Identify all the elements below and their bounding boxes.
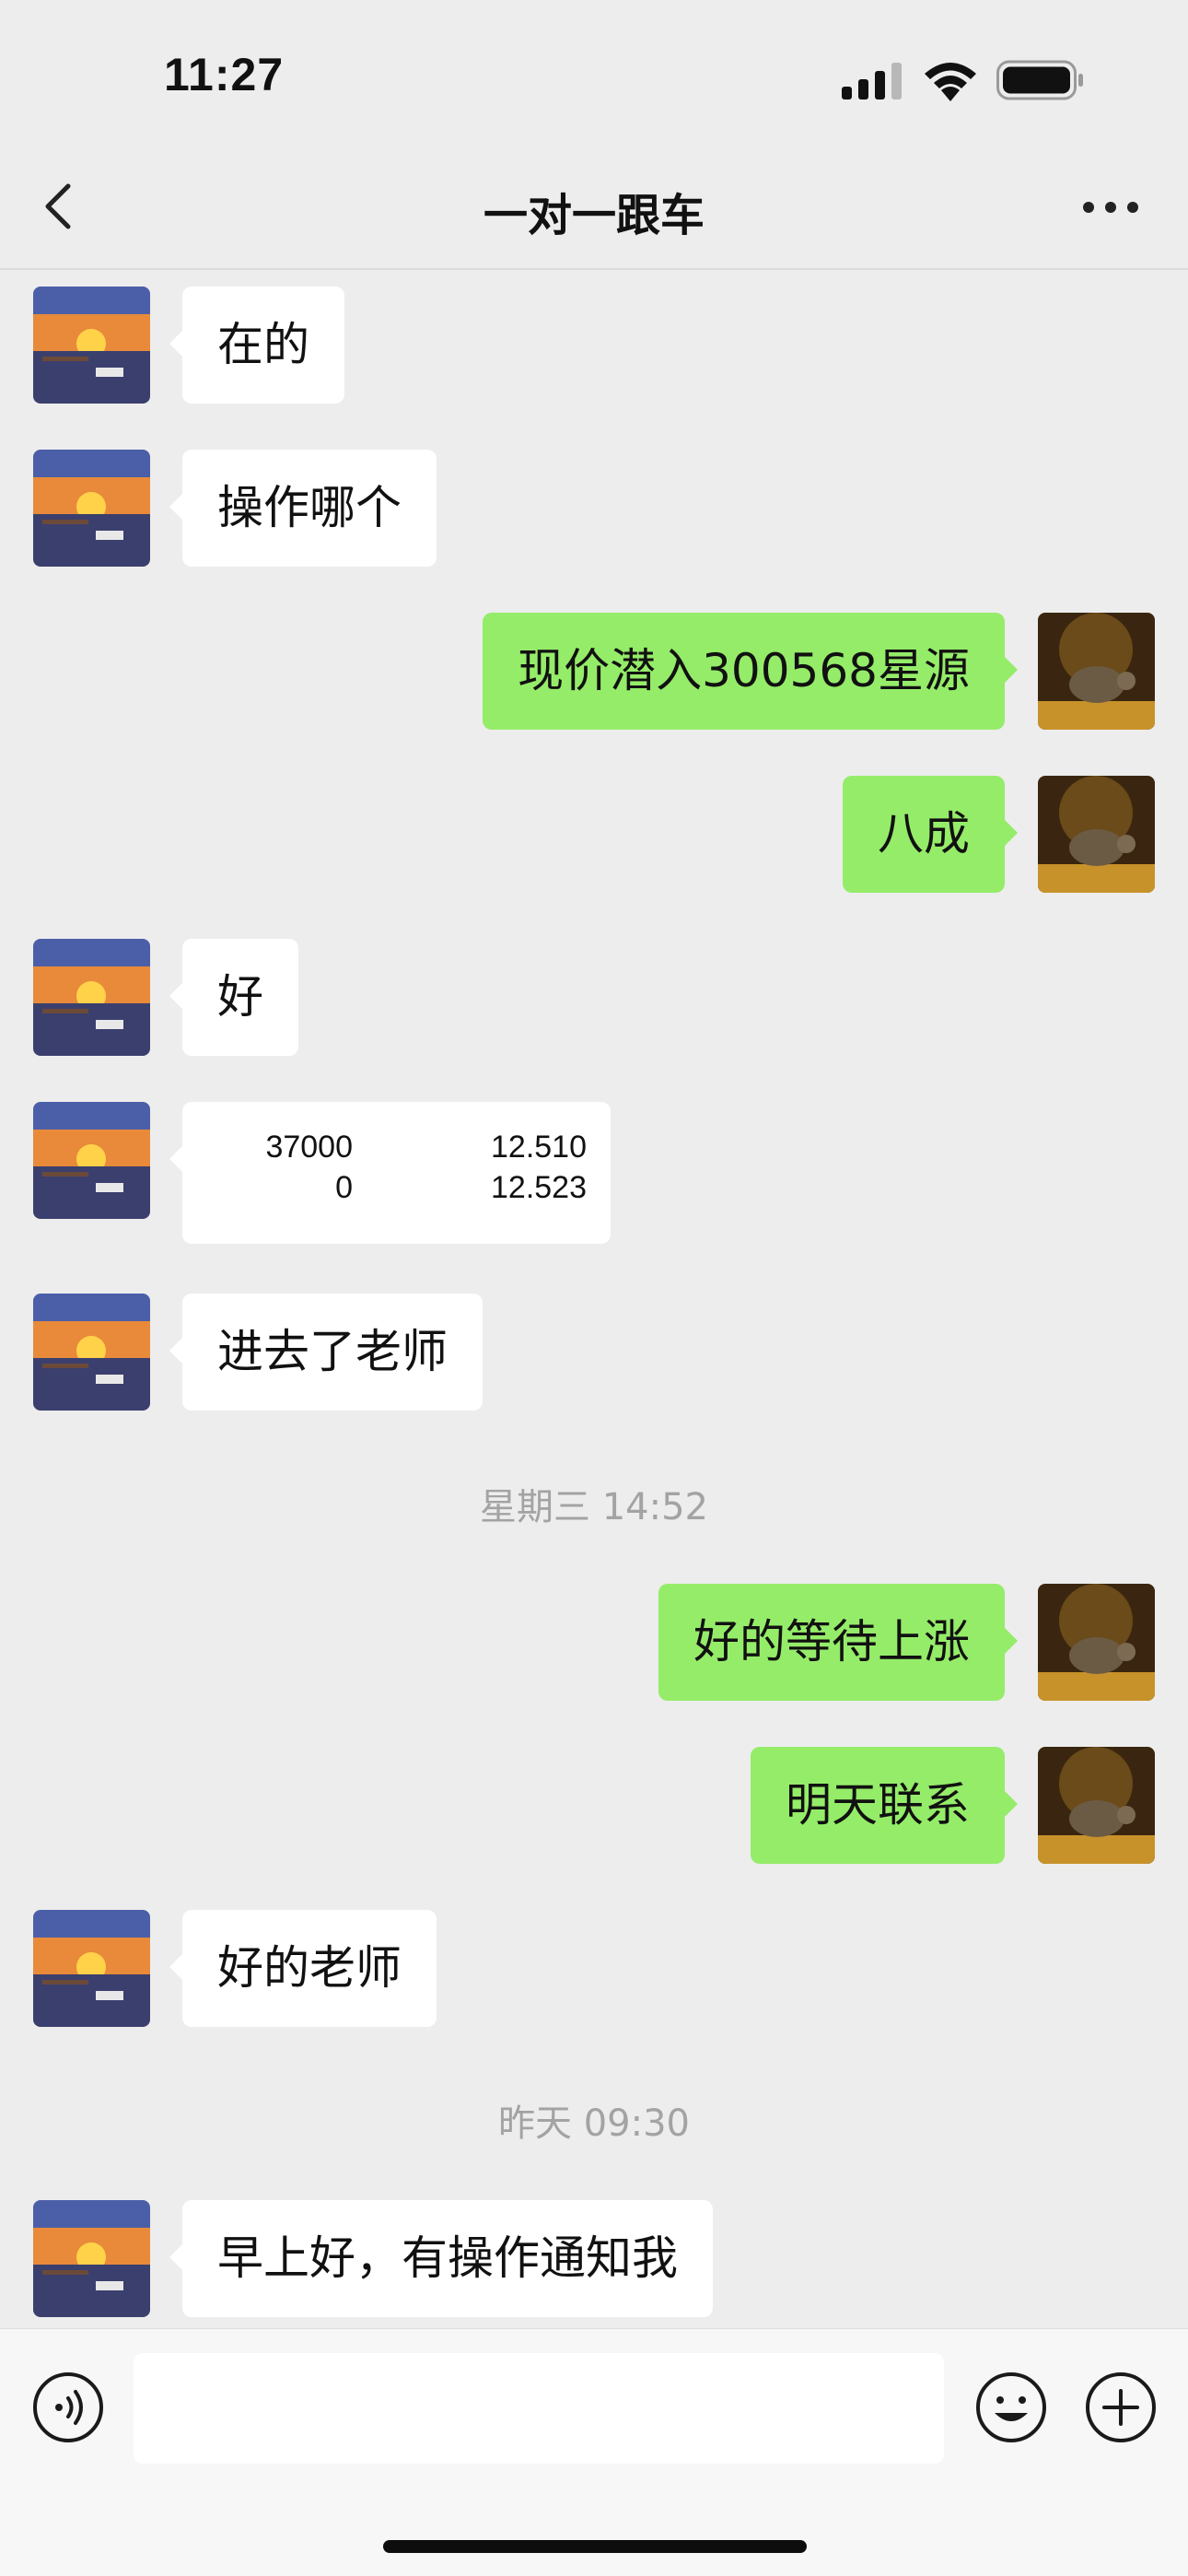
contact-avatar[interactable] (33, 939, 150, 1056)
status-bar: 11:27 (0, 0, 1188, 138)
message-input[interactable] (134, 2353, 944, 2464)
turtle-avatar-image (1038, 613, 1155, 730)
chat-title: 一对一跟车 (483, 190, 705, 241)
chat-screen: 11:27 一对一跟车 在的 操作哪个 现价潜入300568星源 八成 好 37… (0, 0, 1188, 2576)
nav-bar: 一对一跟车 (0, 138, 1188, 270)
contact-avatar[interactable] (33, 287, 150, 404)
emoji-icon[interactable] (974, 2371, 1048, 2444)
voice-icon[interactable] (31, 2371, 105, 2444)
plus-icon[interactable] (1084, 2371, 1158, 2444)
trade-quote-image-message[interactable]: 37000 12.510 0 12.523 (169, 1102, 611, 1244)
status-time: 11:27 (164, 49, 285, 100)
turtle-avatar-image (1038, 1584, 1155, 1701)
sunset-avatar-image (33, 1294, 150, 1411)
timestamp-separator: 昨天 09:30 (498, 2102, 690, 2145)
contact-avatar[interactable] (33, 1910, 150, 2027)
signal-icon (842, 63, 902, 100)
sunset-avatar-image (33, 2200, 150, 2317)
contact-avatar[interactable] (33, 450, 150, 567)
contact-avatar[interactable] (33, 2200, 150, 2317)
quote-volume-2: 0 (335, 1170, 353, 1205)
incoming-message[interactable]: 好的老师 (169, 1910, 437, 2027)
message-list[interactable]: 在的 操作哪个 现价潜入300568星源 八成 好 37000 12.510 0… (0, 272, 1188, 2326)
outgoing-message[interactable]: 现价潜入300568星源 (483, 613, 1018, 730)
input-bar (0, 2328, 1188, 2576)
home-indicator[interactable] (383, 2540, 807, 2553)
more-dots-icon[interactable] (1077, 193, 1144, 221)
timestamp-separator: 星期三 14:52 (480, 1486, 708, 1528)
outgoing-message[interactable]: 明天联系 (751, 1747, 1018, 1864)
incoming-message[interactable]: 好 (169, 939, 298, 1056)
contact-avatar[interactable] (33, 1294, 150, 1411)
quote-volume-1: 37000 (265, 1130, 353, 1165)
outgoing-message[interactable]: 八成 (843, 776, 1018, 893)
incoming-message[interactable]: 进去了老师 (169, 1294, 483, 1411)
battery-icon (996, 60, 1083, 100)
wifi-icon (925, 63, 976, 101)
user-avatar[interactable] (1038, 1747, 1155, 1864)
contact-avatar[interactable] (33, 1102, 150, 1219)
incoming-message[interactable]: 操作哪个 (169, 450, 437, 567)
quote-price-2: 12.523 (491, 1170, 587, 1205)
sunset-avatar-image (33, 287, 150, 404)
user-avatar[interactable] (1038, 776, 1155, 893)
sunset-avatar-image (33, 450, 150, 567)
sunset-avatar-image (33, 1910, 150, 2027)
user-avatar[interactable] (1038, 613, 1155, 730)
incoming-message[interactable]: 早上好，有操作通知我 (169, 2200, 713, 2317)
sunset-avatar-image (33, 1102, 150, 1219)
sunset-avatar-image (33, 939, 150, 1056)
quote-price-1: 12.510 (491, 1130, 587, 1165)
user-avatar[interactable] (1038, 1584, 1155, 1701)
turtle-avatar-image (1038, 776, 1155, 893)
turtle-avatar-image (1038, 1747, 1155, 1864)
incoming-message[interactable]: 在的 (169, 287, 344, 404)
outgoing-message[interactable]: 好的等待上涨 (658, 1584, 1018, 1701)
